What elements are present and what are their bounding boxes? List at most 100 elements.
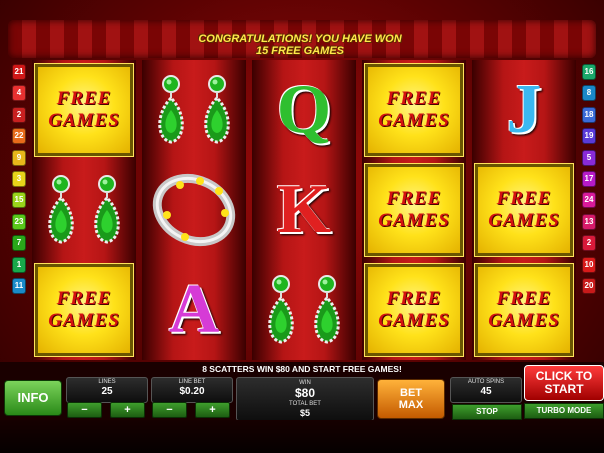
bet-max-line-1: BET — [400, 387, 422, 399]
payline-badge[interactable]: 15 — [12, 192, 26, 209]
payline-badge[interactable]: 8 — [582, 85, 596, 102]
free-games-text: GAMES — [378, 210, 450, 231]
payline-badge[interactable]: 3 — [12, 170, 26, 187]
free-games-text: FREE — [56, 288, 112, 309]
control-bar: 8 SCATTERS WIN $80 AND START FREE GAMES!… — [0, 362, 604, 453]
symbol-letter-text: J — [506, 71, 542, 148]
line-bet-label: LINE BET — [178, 379, 206, 385]
symbol-free-games: FREE GAMES — [362, 160, 466, 260]
info-button[interactable]: INFO — [4, 380, 62, 416]
lines-value: 25 — [101, 386, 113, 397]
total-bet-label: TOTAL BET — [289, 401, 321, 407]
payline-badge[interactable]: 2 — [12, 106, 26, 123]
free-games-text: GAMES — [488, 210, 560, 231]
symbol-free-games: FREE GAMES — [32, 260, 136, 360]
start-button[interactable]: CLICK TO START — [524, 365, 604, 401]
free-games-text: FREE — [496, 188, 552, 209]
symbol-letter-k: K — [252, 160, 356, 260]
payline-badge[interactable]: 23 — [12, 213, 26, 230]
lines-minus-button[interactable]: − — [67, 402, 102, 418]
bottom-strip — [0, 420, 604, 453]
symbol-letter-text: A — [168, 271, 220, 348]
symbol-letter-q: Q — [252, 60, 356, 160]
symbol-earrings-icon — [142, 60, 246, 160]
free-games-text: FREE — [386, 288, 442, 309]
symbol-letter-a: A — [142, 260, 246, 360]
auto-spins-value: 45 — [480, 386, 492, 397]
payline-badge[interactable]: 1 — [12, 256, 26, 273]
stop-button[interactable]: STOP — [452, 404, 522, 420]
payline-badge[interactable]: 18 — [582, 106, 596, 123]
line-bet-minus-button[interactable]: − — [152, 402, 187, 418]
symbol-free-games: FREE GAMES — [362, 260, 466, 360]
reel: A — [142, 60, 246, 360]
win-panel: WIN $80 TOTAL BET $5 — [236, 377, 374, 421]
free-games-tile: FREE GAMES — [474, 163, 574, 257]
line-bet-panel: LINE BET $0.20 — [151, 377, 233, 403]
bet-max-button[interactable]: BET MAX — [377, 379, 445, 419]
win-value: $80 — [294, 386, 316, 400]
reel: QK — [252, 60, 356, 360]
payline-badge[interactable]: 17 — [582, 170, 596, 187]
free-games-text: GAMES — [378, 310, 450, 331]
symbol-free-games: FREE GAMES — [32, 60, 136, 160]
payline-badge[interactable]: 16 — [582, 64, 596, 80]
payline-badge[interactable]: 11 — [12, 277, 26, 294]
symbol-free-games: FREE GAMES — [362, 60, 466, 160]
free-games-text: FREE — [386, 188, 442, 209]
free-games-text: GAMES — [48, 310, 120, 331]
symbol-free-games: FREE GAMES — [472, 160, 576, 260]
free-games-tile: FREE GAMES — [474, 263, 574, 357]
reel: FREE GAMES FREE GAMES — [32, 60, 136, 360]
lines-label: LINES — [98, 379, 116, 385]
free-games-tile: FREE GAMES — [364, 163, 464, 257]
lines-panel: LINES 25 — [66, 377, 148, 403]
reel: J FREE GAMES FREE GAMES — [472, 60, 576, 360]
payline-badge[interactable]: 13 — [582, 213, 596, 230]
payline-badge[interactable]: 7 — [12, 235, 26, 252]
payline-badge[interactable]: 20 — [582, 277, 596, 294]
free-games-text: FREE — [56, 88, 112, 109]
free-games-text: GAMES — [48, 110, 120, 131]
line-bet-value: $0.20 — [179, 386, 205, 397]
payline-indicators-left: 21 4 2 22 9 3 15 23 7 1 11 — [12, 64, 26, 299]
symbol-letter-j: J — [472, 60, 576, 160]
reel: FREE GAMES FREE GAMES FREE GAMES — [362, 60, 466, 360]
banner-line-2: 15 FREE GAMES — [255, 45, 345, 57]
payline-indicators-right: 16 8 18 19 5 17 24 13 2 10 20 — [582, 64, 596, 299]
symbol-ring-icon — [142, 160, 246, 260]
payline-badge[interactable]: 24 — [582, 192, 596, 209]
banner-line-1: CONGRATULATIONS! YOU HAVE WON — [198, 33, 402, 45]
free-games-tile: FREE GAMES — [364, 263, 464, 357]
free-games-text: GAMES — [488, 310, 560, 331]
auto-spins-panel: AUTO SPINS 45 — [450, 377, 522, 403]
free-games-tile: FREE GAMES — [364, 63, 464, 157]
start-line-2: START — [544, 382, 584, 396]
slot-game: CONGRATULATIONS! YOU HAVE WON 15 FREE GA… — [0, 0, 604, 453]
symbol-letter-text: K — [276, 171, 332, 248]
lines-plus-button[interactable]: + — [110, 402, 145, 418]
payline-badge[interactable]: 2 — [582, 235, 596, 252]
scatter-message: 8 SCATTERS WIN $80 AND START FREE GAMES! — [202, 364, 402, 374]
free-games-text: GAMES — [378, 110, 450, 131]
free-games-tile: FREE GAMES — [34, 63, 134, 157]
payline-badge[interactable]: 9 — [12, 149, 26, 166]
symbol-earrings-icon — [32, 160, 136, 260]
auto-spins-label: AUTO SPINS — [467, 379, 505, 385]
payline-badge[interactable]: 4 — [12, 85, 26, 102]
bet-max-line-2: MAX — [398, 399, 424, 411]
payline-badge[interactable]: 10 — [582, 256, 596, 273]
payline-badge[interactable]: 22 — [12, 128, 26, 145]
payline-badge[interactable]: 5 — [582, 149, 596, 166]
total-bet-value: $5 — [299, 408, 310, 418]
free-games-text: FREE — [386, 88, 442, 109]
turbo-mode-button[interactable]: TURBO MODE — [524, 403, 604, 419]
line-bet-plus-button[interactable]: + — [195, 402, 230, 418]
payline-badge[interactable]: 21 — [12, 64, 26, 80]
free-games-text: FREE — [496, 288, 552, 309]
symbol-letter-text: Q — [276, 71, 332, 148]
payline-badge[interactable]: 19 — [582, 128, 596, 145]
free-games-tile: FREE GAMES — [34, 263, 134, 357]
symbol-earrings-icon — [252, 260, 356, 360]
symbol-free-games: FREE GAMES — [472, 260, 576, 360]
